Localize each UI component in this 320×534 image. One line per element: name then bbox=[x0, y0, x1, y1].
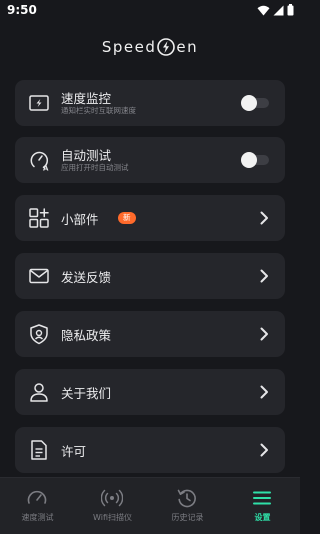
license-card[interactable]: 许可 bbox=[15, 427, 285, 473]
nav-history[interactable]: 历史记录 bbox=[150, 478, 225, 534]
auto-test-card[interactable]: A 自动测试 应用打开时自动测试 bbox=[15, 137, 285, 183]
nav-speed-test[interactable]: 速度测试 bbox=[0, 478, 75, 534]
feedback-title: 发送反馈 bbox=[61, 270, 112, 285]
battery-icon bbox=[287, 4, 294, 16]
auto-test-subtitle: 应用打开时自动测试 bbox=[61, 163, 129, 172]
status-bar: 9:50 bbox=[0, 0, 300, 22]
app-logo: Speed en bbox=[0, 34, 300, 60]
widgets-title: 小部件 bbox=[61, 212, 99, 227]
toggle-knob bbox=[241, 95, 257, 111]
document-icon bbox=[31, 440, 47, 460]
chevron-right-icon bbox=[260, 211, 268, 225]
bottom-nav: 速度测试 Wifi扫描仪 历史记录 设置 bbox=[0, 477, 300, 534]
wifi-scan-icon bbox=[101, 489, 123, 507]
feedback-card[interactable]: 发送反馈 bbox=[15, 253, 285, 299]
logo-text-left: Speed bbox=[101, 38, 157, 56]
widgets-icon bbox=[29, 208, 49, 228]
speed-monitor-toggle[interactable] bbox=[241, 95, 269, 111]
nav-wifi-scan[interactable]: Wifi扫描仪 bbox=[75, 478, 150, 534]
nav-speed-test-label: 速度测试 bbox=[21, 513, 54, 522]
speedometer-icon bbox=[27, 490, 47, 504]
widgets-card[interactable]: 小部件 新 bbox=[15, 195, 285, 241]
status-time: 9:50 bbox=[7, 3, 37, 17]
chevron-right-icon bbox=[260, 269, 268, 283]
chevron-right-icon bbox=[260, 327, 268, 341]
status-icons bbox=[257, 4, 294, 16]
speed-monitor-subtitle: 通知栏实时互联网速度 bbox=[61, 106, 136, 115]
shield-icon bbox=[30, 324, 48, 345]
auto-test-toggle[interactable] bbox=[241, 152, 269, 168]
bolt-screen-icon bbox=[29, 95, 49, 111]
nav-wifi-scan-label: Wifi扫描仪 bbox=[93, 513, 132, 522]
license-title: 许可 bbox=[61, 444, 87, 459]
gauge-a-icon: A bbox=[30, 151, 49, 172]
about-card[interactable]: 关于我们 bbox=[15, 369, 285, 415]
history-icon bbox=[177, 489, 196, 508]
logo-bolt-icon bbox=[157, 38, 176, 56]
menu-icon bbox=[253, 491, 271, 505]
about-title: 关于我们 bbox=[61, 386, 112, 401]
privacy-card[interactable]: 隐私政策 bbox=[15, 311, 285, 357]
toggle-knob bbox=[241, 152, 257, 168]
signal-icon bbox=[273, 5, 284, 15]
privacy-title: 隐私政策 bbox=[61, 328, 112, 343]
wifi-status-icon bbox=[257, 5, 270, 15]
chevron-right-icon bbox=[260, 443, 268, 457]
logo-text-right: en bbox=[176, 38, 199, 56]
mail-icon bbox=[29, 268, 49, 284]
speed-monitor-card[interactable]: 速度监控 通知栏实时互联网速度 bbox=[15, 80, 285, 126]
person-icon bbox=[30, 383, 48, 402]
svg-text:A: A bbox=[43, 165, 49, 172]
new-badge: 新 bbox=[118, 212, 136, 224]
nav-settings-label: 设置 bbox=[254, 513, 271, 522]
nav-settings[interactable]: 设置 bbox=[225, 478, 300, 534]
chevron-right-icon bbox=[260, 385, 268, 399]
nav-history-label: 历史记录 bbox=[171, 513, 204, 522]
